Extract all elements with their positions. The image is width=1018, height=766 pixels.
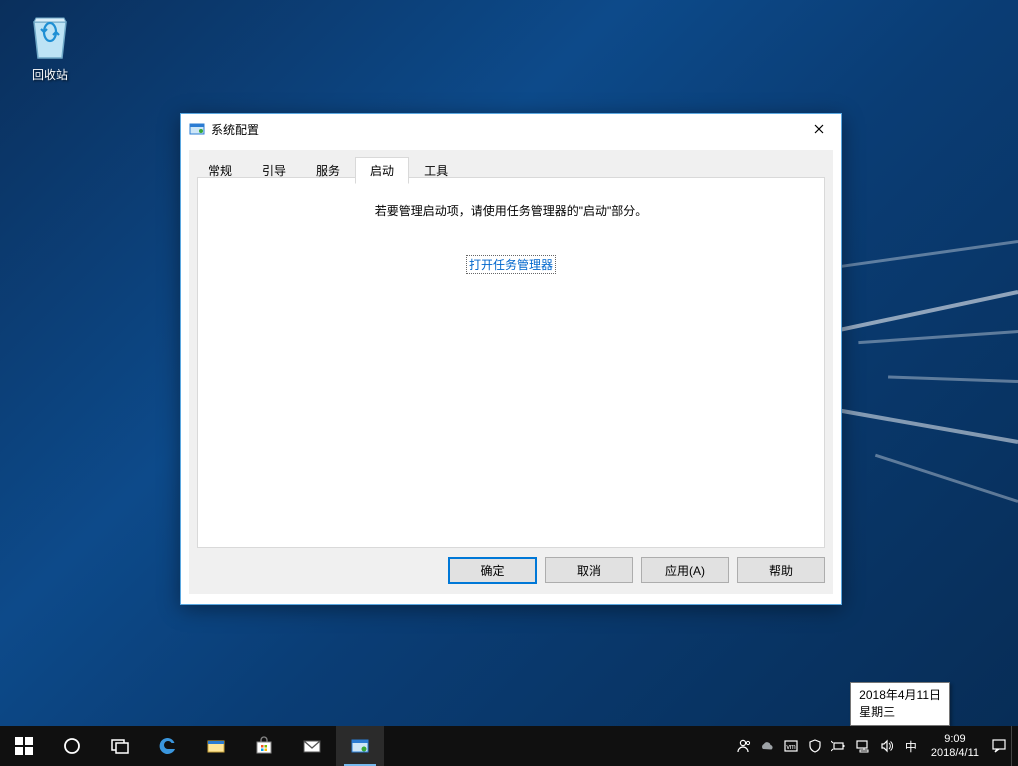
help-button[interactable]: 帮助: [737, 557, 825, 583]
close-button[interactable]: [796, 114, 841, 144]
cortana-button[interactable]: [48, 726, 96, 766]
ime-indicator[interactable]: 中: [899, 738, 923, 755]
recycle-bin-label: 回收站: [32, 68, 68, 82]
clock-time: 9:09: [931, 732, 979, 746]
people-icon[interactable]: [731, 726, 755, 766]
titlebar[interactable]: 系统配置: [181, 114, 841, 144]
msconfig-window: 系统配置 常规 引导 服务 启动 工具 若要管理启动项，请使用任务管理器的"启动…: [180, 113, 842, 605]
startup-message: 若要管理启动项，请使用任务管理器的"启动"部分。: [198, 202, 824, 219]
open-task-manager-link[interactable]: 打开任务管理器: [466, 255, 556, 274]
tooltip-weekday: 星期三: [859, 704, 941, 721]
tray-vm-icon[interactable]: vm: [779, 726, 803, 766]
action-center-icon[interactable]: [987, 726, 1011, 766]
file-explorer-taskbar-icon[interactable]: [192, 726, 240, 766]
window-body: 常规 引导 服务 启动 工具 若要管理启动项，请使用任务管理器的"启动"部分。 …: [189, 150, 833, 594]
tray-security-icon[interactable]: [803, 726, 827, 766]
taskbar: vm 中 9:09 2018/4/11: [0, 726, 1018, 766]
show-desktop-button[interactable]: [1011, 726, 1018, 766]
tray-network-icon[interactable]: [851, 726, 875, 766]
tooltip-date: 2018年4月11日: [859, 687, 941, 704]
startup-panel: 若要管理启动项，请使用任务管理器的"启动"部分。 打开任务管理器: [197, 177, 825, 548]
taskbar-clock[interactable]: 9:09 2018/4/11: [923, 732, 987, 761]
tab-startup[interactable]: 启动: [355, 157, 409, 184]
recycle-bin-icon[interactable]: 回收站: [12, 8, 88, 83]
task-view-button[interactable]: [96, 726, 144, 766]
dialog-buttons: 确定 取消 应用(A) 帮助: [448, 557, 825, 584]
edge-taskbar-icon[interactable]: [144, 726, 192, 766]
tray-volume-icon[interactable]: [875, 726, 899, 766]
start-button[interactable]: [0, 726, 48, 766]
tray-power-icon[interactable]: [827, 726, 851, 766]
svg-text:vm: vm: [786, 744, 796, 751]
window-icon: [189, 121, 205, 137]
apply-button[interactable]: 应用(A): [641, 557, 729, 583]
tray-onedrive-icon[interactable]: [755, 726, 779, 766]
window-title: 系统配置: [211, 121, 796, 138]
desktop[interactable]: 回收站 系统配置 常规 引导 服务 启动 工具 若要管理启动项，请使用任务管理器…: [0, 0, 1018, 766]
mail-taskbar-icon[interactable]: [288, 726, 336, 766]
msconfig-taskbar-icon[interactable]: [336, 726, 384, 766]
clock-tooltip: 2018年4月11日 星期三: [850, 682, 950, 726]
ok-button[interactable]: 确定: [448, 557, 537, 584]
cancel-button[interactable]: 取消: [545, 557, 633, 583]
clock-date: 2018/4/11: [931, 746, 979, 760]
store-taskbar-icon[interactable]: [240, 726, 288, 766]
